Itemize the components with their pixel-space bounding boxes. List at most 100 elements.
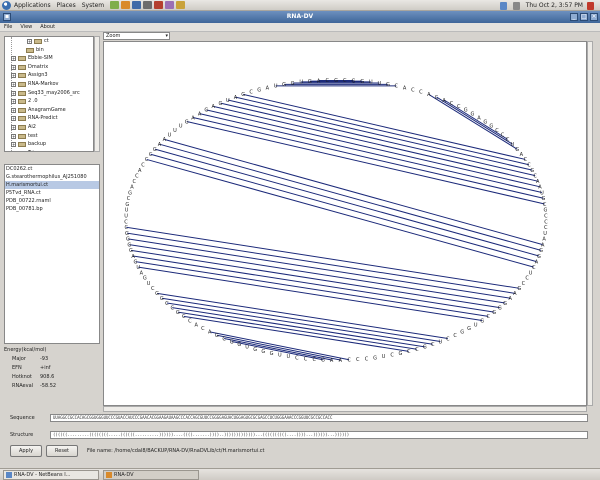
nucleotide-label: U xyxy=(299,80,303,86)
reset-button[interactable]: Reset xyxy=(46,445,78,457)
file-item[interactable]: PDB_00781.bp xyxy=(5,205,99,213)
tree-item[interactable]: + Ebbie-SIM xyxy=(5,54,93,63)
zoom-select[interactable]: Zoom ▾ xyxy=(103,32,170,40)
tree-item[interactable]: + Dmatrix xyxy=(5,63,93,72)
firefox-icon[interactable] xyxy=(121,1,131,9)
panel-menu-places[interactable]: Places xyxy=(57,2,76,9)
expand-icon[interactable]: + xyxy=(11,124,16,130)
expand-icon[interactable]: + xyxy=(11,150,16,151)
tree-item[interactable]: + Tricam... xyxy=(5,149,93,151)
tree-item[interactable]: + Ai2 xyxy=(5,123,93,132)
nucleotide-label: C xyxy=(201,326,205,332)
folder-icon xyxy=(18,73,26,79)
sequence-field[interactable]: UUAGGCCGCCACAGCGGUGGGUUCCCGUACCAUCCCGAAC… xyxy=(50,414,588,422)
expand-icon[interactable]: + xyxy=(11,142,16,148)
nucleotide-label: A xyxy=(212,104,216,110)
help-icon[interactable] xyxy=(154,1,164,9)
tree-scrollbar[interactable] xyxy=(94,36,100,152)
nucleotide-label: U xyxy=(378,81,382,87)
tree-item[interactable]: + Assign3 xyxy=(5,71,93,80)
nucleotide-label: A xyxy=(208,330,212,336)
nucleotide-label: G xyxy=(530,168,534,174)
nucleotide-label: U xyxy=(173,128,177,134)
file-item[interactable]: DC0262.ct xyxy=(5,165,99,173)
window-titlebar[interactable]: ▪ RNA-DV _ □ × xyxy=(0,11,600,23)
tree-item[interactable]: + AnagramGame xyxy=(5,106,93,115)
expand-icon[interactable]: + xyxy=(11,56,16,62)
gnome-foot-icon[interactable] xyxy=(2,1,11,10)
notes-icon[interactable] xyxy=(176,1,186,9)
file-list[interactable]: DC0262.ct G.stearothermophilus_AJ251080 H.… xyxy=(4,164,100,344)
tree-item-label: bin xyxy=(36,46,44,53)
file-item[interactable]: PDB_00722.rnaml xyxy=(5,197,99,205)
expand-icon[interactable]: + xyxy=(11,107,16,113)
file-item[interactable]: P5Tvd_RNA.ct xyxy=(5,189,99,197)
expand-icon[interactable]: + xyxy=(11,73,16,79)
nucleotide-label: G xyxy=(160,296,164,302)
nucleotide-label: G xyxy=(215,333,219,339)
nucleotide-label: G xyxy=(423,345,427,351)
nucleotide-label: C xyxy=(249,90,253,96)
tree-item[interactable]: + RNA-Markov xyxy=(5,80,93,89)
tree-item[interactable]: bin xyxy=(5,46,93,55)
expand-icon[interactable]: + xyxy=(11,99,16,105)
nucleotide-label: A xyxy=(508,296,512,302)
base-pair-line xyxy=(159,143,542,251)
terminal-icon[interactable] xyxy=(143,1,153,9)
minimize-icon[interactable]: _ xyxy=(570,13,578,21)
task-rna-dv[interactable]: RNA-DV xyxy=(103,470,199,480)
canvas-horizontal-scrollbar[interactable] xyxy=(103,406,587,412)
expand-icon[interactable]: + xyxy=(11,90,16,96)
power-icon[interactable] xyxy=(587,1,594,10)
tree-item[interactable]: + backup xyxy=(5,140,93,149)
energy-row: Hotknot 908.6 xyxy=(4,373,100,382)
volume-icon[interactable] xyxy=(512,1,520,10)
structure-field[interactable]: ((((((.........((((((((.....((((((......… xyxy=(50,431,588,439)
file-item[interactable]: G.stearothermophilus_AJ251080 xyxy=(5,173,99,181)
expand-icon[interactable]: + xyxy=(27,39,32,44)
base-pair-line xyxy=(177,311,417,350)
panel-menu-system[interactable]: System xyxy=(82,2,104,9)
tree-item[interactable]: + Seq33_may2006_src xyxy=(5,89,93,98)
expand-icon[interactable]: + xyxy=(11,81,16,87)
menu-about[interactable]: About xyxy=(40,24,55,30)
nucleotide-label: C xyxy=(407,349,411,355)
expand-icon[interactable]: + xyxy=(11,133,16,139)
nucleotide-label: U xyxy=(529,270,533,276)
nucleotide-label: A xyxy=(477,115,481,121)
task-netbeans[interactable]: RNA-DV - NetBeans I... xyxy=(3,470,99,480)
apply-button[interactable]: Apply xyxy=(10,445,42,457)
nucleotide-label: A xyxy=(195,322,199,328)
base-pair-line xyxy=(235,96,530,166)
nucleotide-label: C xyxy=(431,342,435,348)
menu-view[interactable]: View xyxy=(20,24,32,30)
nucleotide-label: G xyxy=(185,119,189,125)
close-icon[interactable]: × xyxy=(590,13,598,21)
maximize-icon[interactable]: □ xyxy=(580,13,588,21)
menu-file[interactable]: File xyxy=(4,24,12,30)
panel-clock[interactable]: Thu Oct 2, 3:57 PM xyxy=(526,2,583,9)
nucleotide-label: U xyxy=(511,142,515,148)
java-icon xyxy=(106,472,112,478)
tree-item[interactable]: +2 .0 xyxy=(5,97,93,106)
network-icon[interactable] xyxy=(499,1,507,10)
energy-value: +inf xyxy=(40,365,51,371)
expand-icon[interactable]: + xyxy=(11,64,16,70)
app-icon[interactable] xyxy=(165,1,175,9)
launcher-icon[interactable] xyxy=(110,1,120,9)
tree-item[interactable]: + RNA-Predict xyxy=(5,114,93,123)
folder-icon xyxy=(18,81,26,87)
nucleotide-label: G xyxy=(503,301,507,307)
tree-item[interactable]: + ct xyxy=(5,37,93,46)
canvas-vertical-scrollbar[interactable] xyxy=(587,41,593,406)
base-pair-line xyxy=(154,148,540,257)
directory-tree[interactable]: + ct bin + Ebbie-SIM + Dmatrix + Assign3 + RNA-Mar… xyxy=(4,36,94,152)
tree-item-label: backup xyxy=(28,141,47,148)
nucleotide-label: U xyxy=(287,354,291,360)
panel-menu-applications[interactable]: Applications xyxy=(14,2,51,9)
expand-icon[interactable]: + xyxy=(11,116,16,122)
tree-item[interactable]: + test xyxy=(5,132,93,141)
mail-icon[interactable] xyxy=(132,1,142,9)
structure-canvas[interactable]: GCAGUGGUAGCGAUGAGAAGUUUAAGCCCACCAGCGUUCC… xyxy=(103,41,587,406)
file-item[interactable]: H.marismortui.ct xyxy=(5,181,99,189)
